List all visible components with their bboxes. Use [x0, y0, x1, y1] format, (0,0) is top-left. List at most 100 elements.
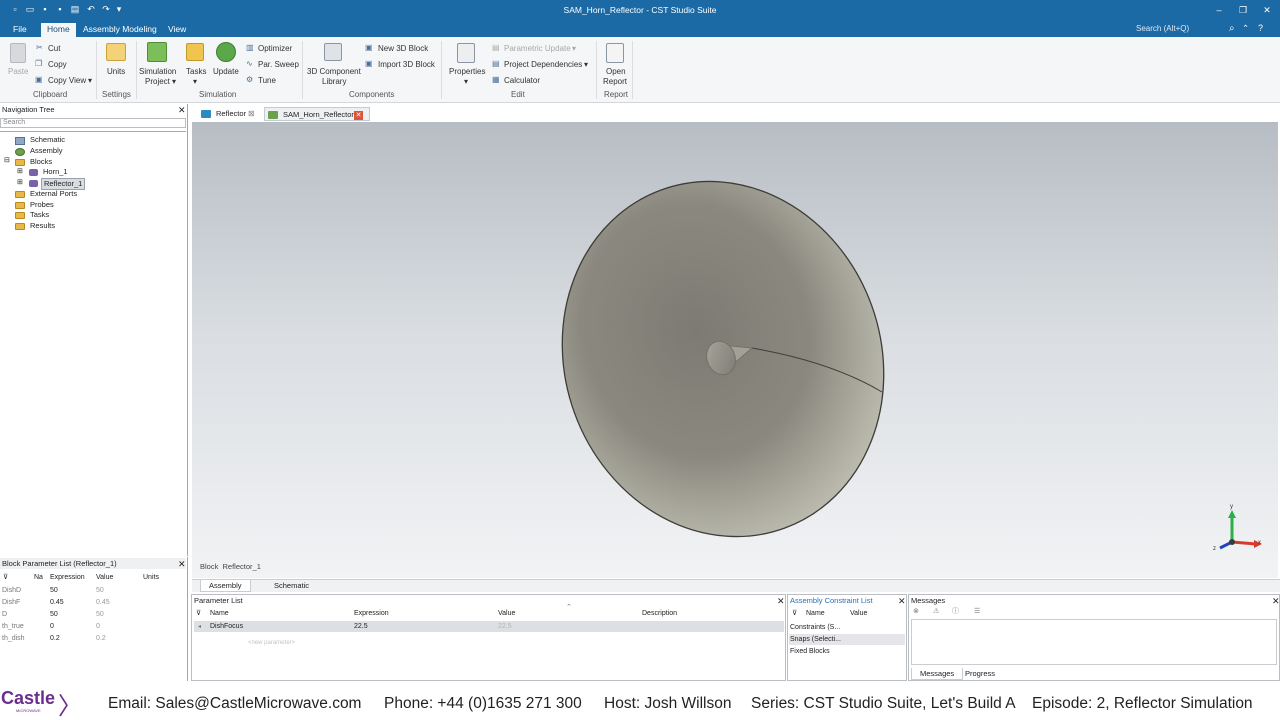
- tab-messages[interactable]: Messages: [911, 668, 964, 680]
- tab-progress[interactable]: Progress: [957, 668, 1003, 680]
- optimizer-icon[interactable]: ▥: [246, 43, 254, 52]
- simulation-project-label[interactable]: Project: [145, 77, 170, 87]
- table-row[interactable]: [194, 621, 784, 632]
- tree-item-probes[interactable]: Probes: [30, 200, 54, 210]
- param-expression[interactable]: 0.45: [50, 598, 64, 608]
- filter-icon[interactable]: ⊽: [792, 609, 797, 619]
- column-header[interactable]: Description: [642, 609, 677, 619]
- close-icon[interactable]: ✕: [1272, 596, 1280, 606]
- project-dependencies-button[interactable]: Project Dependencies: [504, 60, 582, 69]
- tree-item-results[interactable]: Results: [30, 221, 55, 231]
- calculator-button[interactable]: Calculator: [504, 76, 540, 85]
- tab-file[interactable]: File: [7, 23, 33, 37]
- copy-button[interactable]: Copy: [48, 60, 67, 69]
- properties-button[interactable]: Properties: [449, 67, 485, 77]
- tab-view[interactable]: View: [162, 23, 192, 37]
- close-icon[interactable]: ✕: [898, 596, 906, 606]
- expand-icon[interactable]: ⊞: [17, 178, 23, 188]
- column-header[interactable]: Units: [143, 573, 159, 583]
- new-block-icon[interactable]: ▣: [365, 43, 373, 52]
- par-sweep-icon[interactable]: ∿: [246, 59, 253, 68]
- filter-icon[interactable]: ⊽: [3, 573, 8, 583]
- info-filter-icon[interactable]: ⓘ: [952, 607, 959, 617]
- tree-item-tasks[interactable]: Tasks: [30, 210, 49, 220]
- close-icon[interactable]: ✕: [178, 105, 186, 115]
- column-header[interactable]: Expression: [50, 573, 85, 583]
- param-expression[interactable]: 50: [50, 586, 58, 596]
- open-report-label[interactable]: Report: [603, 77, 627, 87]
- collapse-icon[interactable]: ⊟: [4, 156, 10, 166]
- close-tab-icon[interactable]: ✕: [354, 111, 363, 120]
- column-header[interactable]: Name: [806, 609, 825, 619]
- tune-icon[interactable]: ⚙: [246, 75, 253, 84]
- new-parameter-row[interactable]: <new parameter>: [248, 638, 295, 648]
- simulation-project-button[interactable]: Simulation: [139, 67, 176, 77]
- tree-item-blocks[interactable]: Blocks: [30, 157, 52, 167]
- cut-icon[interactable]: ✂: [36, 43, 43, 52]
- column-header[interactable]: Value: [96, 573, 113, 583]
- clear-list-icon[interactable]: ☰: [974, 607, 980, 617]
- constraint-item[interactable]: Fixed Blocks: [790, 647, 830, 657]
- tree-item-assembly[interactable]: Assembly: [30, 146, 63, 156]
- tree-item-horn[interactable]: Horn_1: [43, 167, 68, 177]
- param-expression[interactable]: 0.2: [50, 634, 60, 644]
- chevron-down-icon[interactable]: ▾: [172, 77, 176, 86]
- copy-view-button[interactable]: Copy View: [48, 76, 86, 85]
- chevron-down-icon[interactable]: ▾: [88, 76, 92, 85]
- constraint-item[interactable]: Constraints (S...: [790, 623, 840, 633]
- paste-icon[interactable]: [10, 43, 26, 63]
- optimizer-button[interactable]: Optimizer: [258, 44, 292, 53]
- copy-icon[interactable]: ❐: [35, 59, 42, 68]
- column-header[interactable]: Value: [498, 609, 515, 619]
- copy-view-icon[interactable]: ▣: [35, 75, 43, 84]
- param-expression[interactable]: 22.5: [354, 622, 368, 632]
- new-3d-block-button[interactable]: New 3D Block: [378, 44, 428, 53]
- tune-button[interactable]: Tune: [258, 76, 276, 85]
- expand-icon[interactable]: ⊞: [17, 167, 23, 177]
- restore-icon[interactable]: ❐: [1236, 3, 1250, 17]
- tab-home[interactable]: Home: [41, 23, 76, 37]
- error-filter-icon[interactable]: ⊗: [913, 607, 919, 617]
- tab-sam-horn-reflector[interactable]: SAM_Horn_Reflector ✕: [264, 107, 370, 121]
- tree-item-external-ports[interactable]: External Ports: [30, 189, 77, 199]
- tree-search-input[interactable]: Search: [0, 118, 186, 128]
- param-expression[interactable]: 0: [50, 622, 54, 632]
- constraint-item[interactable]: Snaps (Selecti...: [790, 635, 841, 645]
- 3d-viewport[interactable]: y x z Block Reflector_1: [192, 122, 1278, 578]
- close-icon[interactable]: ✕: [777, 596, 785, 606]
- filter-icon[interactable]: ⊽: [196, 609, 201, 619]
- tree-item-schematic[interactable]: Schematic: [30, 135, 65, 145]
- tab-assembly-view[interactable]: Assembly: [200, 580, 251, 592]
- column-header[interactable]: Na: [34, 573, 43, 583]
- project-dependencies-icon[interactable]: ▤: [492, 59, 500, 68]
- import-3d-block-button[interactable]: Import 3D Block: [378, 60, 435, 69]
- update-button[interactable]: Update: [213, 67, 239, 77]
- close-tab-icon[interactable]: ⊠: [248, 107, 255, 121]
- close-window-icon[interactable]: ✕: [1260, 3, 1274, 17]
- paste-button[interactable]: Paste: [8, 67, 28, 77]
- tab-reflector[interactable]: Reflector ⊠: [198, 107, 256, 121]
- chevron-down-icon[interactable]: ▾: [464, 77, 468, 86]
- import-block-icon[interactable]: ▣: [365, 59, 373, 68]
- sort-icon[interactable]: ⌃: [566, 603, 572, 613]
- param-name[interactable]: DishFocus: [210, 622, 243, 632]
- chevron-down-icon[interactable]: ▾: [584, 60, 588, 69]
- help-icon[interactable]: ?: [1252, 22, 1269, 36]
- column-header[interactable]: Name: [210, 609, 229, 619]
- component-library-button[interactable]: 3D Component: [307, 67, 361, 77]
- chevron-down-icon[interactable]: ▾: [193, 77, 197, 86]
- calculator-icon[interactable]: ▦: [492, 75, 500, 84]
- par-sweep-button[interactable]: Par. Sweep: [258, 60, 299, 69]
- tab-assembly-modeling[interactable]: Assembly Modeling: [77, 23, 163, 37]
- param-expression[interactable]: 50: [50, 610, 58, 620]
- minimize-icon[interactable]: –: [1212, 3, 1226, 17]
- column-header[interactable]: Expression: [354, 609, 389, 619]
- close-icon[interactable]: ✕: [178, 559, 186, 569]
- tasks-button[interactable]: Tasks: [186, 67, 206, 77]
- tab-schematic-view[interactable]: Schematic: [266, 580, 317, 592]
- warning-filter-icon[interactable]: ⚠: [933, 607, 939, 617]
- cut-button[interactable]: Cut: [48, 44, 60, 53]
- open-report-button[interactable]: Open: [606, 67, 626, 77]
- component-library-label[interactable]: Library: [322, 77, 346, 87]
- units-button[interactable]: Units: [107, 67, 125, 77]
